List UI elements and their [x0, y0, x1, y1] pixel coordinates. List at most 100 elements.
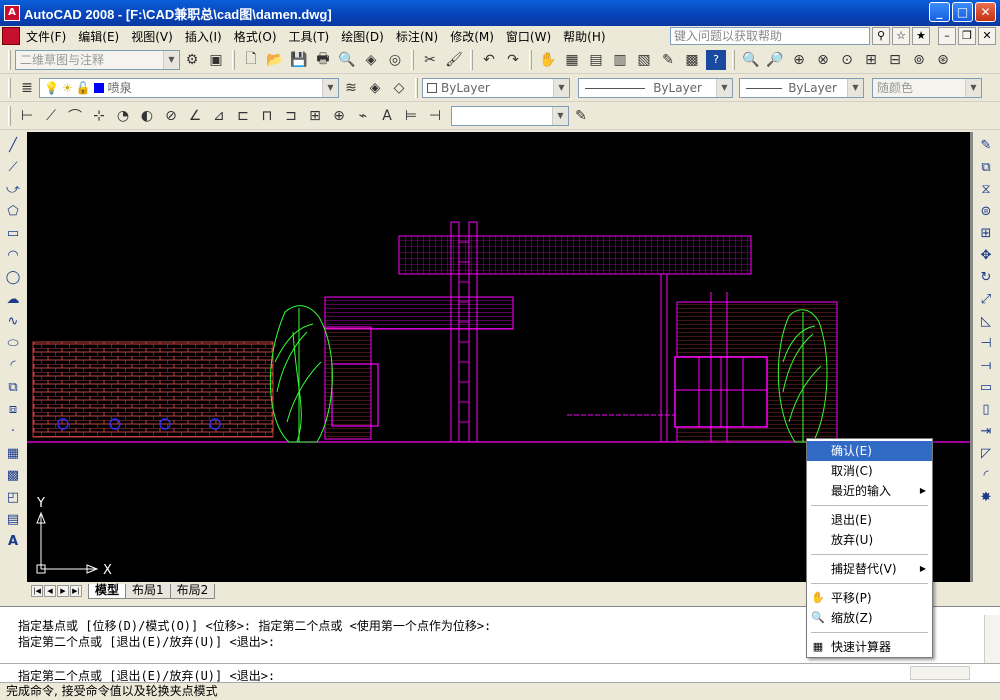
context-item-confirm[interactable]: 确认(E)	[807, 441, 932, 461]
quick-leader-icon[interactable]: ⊐	[281, 106, 301, 126]
prev-tab-button[interactable]: ◀	[44, 585, 56, 597]
angular-dim-icon[interactable]: ∠	[185, 106, 205, 126]
pan-realtime-icon[interactable]: ✋	[538, 50, 558, 70]
save-workspace-icon[interactable]: ▣	[206, 50, 226, 70]
linear-dim-icon[interactable]: ⊢	[17, 106, 37, 126]
rotate-icon[interactable]: ↻	[975, 266, 997, 288]
polyline-icon[interactable]: ⤻	[2, 178, 24, 200]
context-item-undo[interactable]: 放弃(U)	[807, 530, 932, 550]
move-icon[interactable]: ✥	[975, 244, 997, 266]
markup-icon[interactable]: ✎	[658, 50, 678, 70]
ordinate-dim-icon[interactable]: ⊹	[89, 106, 109, 126]
context-item-zoom[interactable]: 🔍 缩放(Z)	[807, 608, 932, 628]
layer-manager-icon[interactable]: ≣	[17, 78, 37, 98]
zoom-realtime-icon[interactable]: 🔍	[741, 50, 761, 70]
linetype-dropdown[interactable]: ByLayer ▼	[578, 77, 733, 98]
context-item-recent-input[interactable]: 最近的输入 ▶	[807, 481, 932, 501]
open-file-icon[interactable]: 📂	[265, 50, 285, 70]
first-tab-button[interactable]: |◀	[31, 585, 43, 597]
next-tab-button[interactable]: ▶	[57, 585, 69, 597]
redo-icon[interactable]: ↷	[503, 50, 523, 70]
menu-insert[interactable]: 插入(I)	[179, 28, 228, 45]
center-mark-icon[interactable]: ⊕	[329, 106, 349, 126]
tool-palettes-icon[interactable]: ▥	[610, 50, 630, 70]
lineweight-dropdown[interactable]: ByLayer ▼	[739, 77, 864, 98]
menu-format[interactable]: 格式(O)	[228, 28, 283, 45]
zoom-previous-icon[interactable]: ⊛	[933, 50, 953, 70]
search-icon[interactable]: ⚲	[872, 27, 890, 45]
break-icon[interactable]: ▯	[975, 398, 997, 420]
command-horizontal-scrollbar[interactable]	[910, 666, 970, 680]
hatch-icon[interactable]: ▦	[2, 442, 24, 464]
polygon-icon[interactable]: ⬠	[2, 200, 24, 222]
context-item-exit[interactable]: 退出(E)	[807, 510, 932, 530]
dim-edit-icon[interactable]: ⌁	[353, 106, 373, 126]
layer-dropdown[interactable]: 💡 ☀ 🔓 喷泉 ▼	[39, 77, 339, 98]
zoom-extents-icon[interactable]: ⊕	[789, 50, 809, 70]
zoom-window-icon[interactable]: 🔎	[765, 50, 785, 70]
dim-text-edit-icon[interactable]: A	[377, 106, 397, 126]
cut-icon[interactable]: ✂	[420, 50, 440, 70]
document-icon[interactable]	[2, 27, 20, 45]
menu-edit[interactable]: 编辑(E)	[72, 28, 125, 45]
match-properties-icon[interactable]: 🖌	[444, 50, 464, 70]
calculator-icon[interactable]: ▩	[682, 50, 702, 70]
menu-tools[interactable]: 工具(T)	[283, 28, 336, 45]
autocad-app-icon[interactable]: A	[4, 5, 20, 21]
layer-states-icon[interactable]: ◇	[389, 78, 409, 98]
color-dropdown[interactable]: ByLayer ▼	[422, 77, 570, 98]
3d-dwf-icon[interactable]: ◎	[385, 50, 405, 70]
dim-style-icon[interactable]: ⊣	[425, 106, 445, 126]
menu-view[interactable]: 视图(V)	[125, 28, 179, 45]
menu-modify[interactable]: 修改(M)	[444, 28, 500, 45]
join-icon[interactable]: ⇥	[975, 420, 997, 442]
insert-block-icon[interactable]: ⧉	[2, 376, 24, 398]
menu-help[interactable]: 帮助(H)	[557, 28, 611, 45]
properties-icon[interactable]: ▤	[586, 50, 606, 70]
extend-icon[interactable]: ⟞	[975, 354, 997, 376]
construction-line-icon[interactable]: ⟋	[2, 156, 24, 178]
spline-icon[interactable]: ∿	[2, 310, 24, 332]
baseline-dim-icon[interactable]: ⊏	[233, 106, 253, 126]
multiline-text-icon[interactable]: A	[2, 530, 24, 552]
maximize-button[interactable]: □	[952, 2, 973, 22]
save-icon[interactable]: 💾	[289, 50, 309, 70]
stretch-icon[interactable]: ◺	[975, 310, 997, 332]
point-icon[interactable]: ·	[2, 420, 24, 442]
zoom-scale-icon[interactable]: ⊙	[837, 50, 857, 70]
revision-cloud-icon[interactable]: ☁	[2, 288, 24, 310]
trim-icon[interactable]: ⊣	[975, 332, 997, 354]
continue-dim-icon[interactable]: ⊓	[257, 106, 277, 126]
help-search-input[interactable]: 键入问题以获取帮助	[670, 27, 870, 45]
publish-icon[interactable]: ◈	[361, 50, 381, 70]
dim-style-dropdown[interactable]: ▼	[451, 105, 569, 126]
menu-window[interactable]: 窗口(W)	[500, 28, 557, 45]
jogged-dim-icon[interactable]: ◐	[137, 106, 157, 126]
zoom-out-icon[interactable]: ⊟	[885, 50, 905, 70]
tab-layout1[interactable]: 布局1	[125, 583, 171, 599]
new-file-icon[interactable]: 🗋	[241, 50, 261, 70]
array-icon[interactable]: ⊞	[975, 222, 997, 244]
diameter-dim-icon[interactable]: ⊘	[161, 106, 181, 126]
plotstyle-dropdown[interactable]: 随颜色 ▼	[872, 77, 982, 98]
tab-layout2[interactable]: 布局2	[169, 583, 216, 599]
zoom-in-icon[interactable]: ⊞	[861, 50, 881, 70]
close-button[interactable]: ✕	[975, 2, 996, 22]
minimize-button[interactable]: _	[929, 2, 950, 22]
context-item-cancel[interactable]: 取消(C)	[807, 461, 932, 481]
make-block-icon[interactable]: ⧈	[2, 398, 24, 420]
context-item-quick-calc[interactable]: ▦ 快速计算器	[807, 637, 932, 657]
arc-icon[interactable]: ◠	[2, 244, 24, 266]
layer-previous-icon[interactable]: ◈	[365, 78, 385, 98]
ellipse-arc-icon[interactable]: ◜	[2, 354, 24, 376]
rectangle-icon[interactable]: ▭	[2, 222, 24, 244]
arc-length-icon[interactable]: ⌒	[65, 106, 85, 126]
zoom-all-icon[interactable]: ⊚	[909, 50, 929, 70]
sheet-set-icon[interactable]: ▧	[634, 50, 654, 70]
erase-icon[interactable]: ✎	[975, 134, 997, 156]
last-tab-button[interactable]: ▶|	[70, 585, 82, 597]
favorites-icon[interactable]: ★	[912, 27, 930, 45]
dim-update-icon[interactable]: ⊨	[401, 106, 421, 126]
ellipse-icon[interactable]: ⬭	[2, 332, 24, 354]
command-scrollbar[interactable]	[984, 615, 1000, 663]
